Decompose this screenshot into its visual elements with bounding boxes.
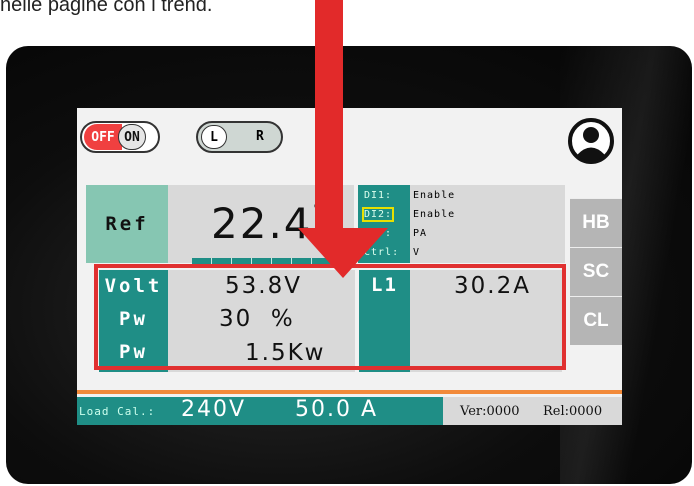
load-voltage[interactable]: 240V (181, 397, 246, 422)
di-row: DI2: (361, 207, 395, 222)
version-text: Ver:0000 (460, 404, 520, 419)
di-key-highlighted: DI2: (361, 207, 395, 222)
di-value: V (413, 247, 421, 258)
caption-text: nelle pagine con i trend. (0, 0, 213, 16)
sc-button[interactable]: SC (570, 247, 622, 296)
user-avatar-icon[interactable] (568, 118, 614, 164)
hb-button[interactable]: HB (570, 198, 622, 247)
cl-button[interactable]: CL (570, 296, 622, 345)
load-current[interactable]: 50.0 A (295, 397, 378, 422)
annotation-arrow-head (298, 228, 388, 278)
load-cal-label: Load Cal.: (79, 405, 156, 418)
ref-label: Ref (86, 185, 168, 263)
highlight-rectangle (94, 264, 566, 370)
left-right-toggle[interactable]: L R (196, 121, 283, 153)
annotation-arrow-shaft (315, 0, 343, 230)
power-off-label: OFF (84, 124, 122, 150)
power-on-knob: ON (118, 124, 146, 150)
power-toggle[interactable]: OFF ON (80, 121, 160, 153)
left-knob: L (201, 125, 227, 149)
di-value: Enable (413, 209, 456, 220)
di-value: PA (413, 228, 428, 239)
status-divider (77, 390, 622, 394)
di-value: Enable (413, 190, 456, 201)
di-row: DI1: (364, 190, 392, 201)
right-label: R (256, 129, 264, 144)
di-key: DI1: (364, 190, 393, 201)
release-text: Rel:0000 (543, 404, 603, 419)
